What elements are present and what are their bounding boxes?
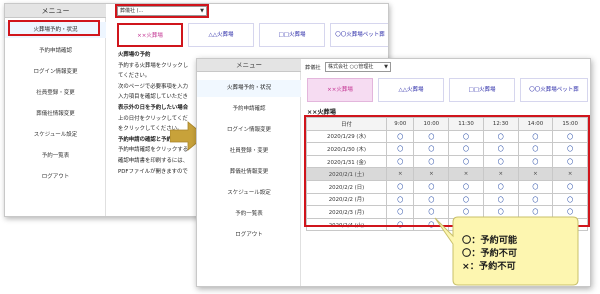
tab-crematorium-xx[interactable]: ××火葬場 <box>307 78 373 102</box>
sidebar: 火葬場予約・状況 予約申請確認 ログイン情報変更 社員登録・変更 葬儀社情報変更… <box>197 72 301 286</box>
sidebar-item-staff[interactable]: 社員登録・変更 <box>5 85 106 101</box>
instruction-line: 確認申請書を印刷するには、 <box>118 157 189 164</box>
sidebar-item-logout[interactable]: ログアウト <box>197 227 301 244</box>
company-select[interactable]: 株式会社 ○○管理社 ▼ <box>325 62 391 72</box>
tab-crematorium-xx[interactable]: ××火葬場 <box>117 23 183 47</box>
legend-symbol: 〇 <box>462 235 472 246</box>
sidebar-item-request-confirm[interactable]: 予約申請確認 <box>5 43 106 59</box>
sidebar-item-staff[interactable]: 社員登録・変更 <box>197 143 301 160</box>
menu-header: メニュー <box>5 4 106 18</box>
menu-header: メニュー <box>197 59 301 72</box>
instruction-line: PDFファイルが開きますので <box>118 168 188 175</box>
company-select-value: 株式会社 ○○管理社 <box>328 64 374 70</box>
tab-crematorium-tt[interactable]: △△火葬場 <box>378 78 444 102</box>
sidebar-item-company-info[interactable]: 葬儀社情報変更 <box>197 164 301 181</box>
instruction-line: 次のページで必要事項を入力 <box>118 83 188 90</box>
highlight-box-table <box>304 115 590 227</box>
sidebar: 火葬場予約・状況 予約申請確認 ログイン情報変更 社員登録・変更 葬儀社情報変更… <box>5 18 106 216</box>
sidebar-item-reservation-list[interactable]: 予約一覧表 <box>197 206 301 223</box>
chevron-down-icon: ▼ <box>384 64 388 70</box>
legend: 〇：予約可能 〇：予約不可 ×：予約不可 <box>462 234 572 273</box>
tab-crematorium-pet[interactable]: 〇〇火葬場ペット葬 <box>520 78 588 102</box>
legend-row-closed: ×：予約不可 <box>462 260 572 273</box>
instruction-line: てください。 <box>118 73 151 80</box>
legend-symbol: 〇 <box>462 248 472 259</box>
instruction-line: 予約する火葬場をクリックし <box>118 62 189 69</box>
tab-crematorium-ss[interactable]: □□火葬場 <box>259 23 325 47</box>
tab-crematorium-ss[interactable]: □□火葬場 <box>449 78 515 102</box>
sidebar-item-login-change[interactable]: ログイン情報変更 <box>197 122 301 139</box>
legend-row-available: 〇：予約可能 <box>462 234 572 247</box>
tab-crematorium-pet[interactable]: 〇〇火葬場ペット葬 <box>330 23 388 47</box>
instruction-line: 火葬場の予約 <box>118 52 151 58</box>
legend-label: ：予約不可 <box>469 261 516 272</box>
sidebar-item-request-confirm[interactable]: 予約申請確認 <box>197 101 301 118</box>
instructions-text: 火葬場の予約 予約する火葬場をクリックし てください。 次のページで必要事項を入… <box>118 50 208 177</box>
sidebar-item-company-info[interactable]: 葬儀社情報変更 <box>5 106 106 122</box>
highlight-box-sidebar <box>8 20 100 36</box>
tab-crematorium-tt[interactable]: △△火葬場 <box>188 23 254 47</box>
sidebar-item-logout[interactable]: ログアウト <box>5 169 106 185</box>
sidebar-item-reservation-list[interactable]: 予約一覧表 <box>5 148 106 164</box>
instruction-line: 表示外の日を予約したい場合 <box>118 104 189 111</box>
sidebar-item-schedule[interactable]: スケジュール設定 <box>5 127 106 143</box>
legend-symbol: × <box>462 261 470 272</box>
legend-label: ：予約不可 <box>471 248 518 259</box>
highlight-box-company <box>115 4 209 18</box>
legend-row-unavailable: 〇：予約不可 <box>462 247 572 260</box>
legend-label: ：予約可能 <box>471 235 518 246</box>
sidebar-item-reservation[interactable]: 火葬場予約・状況 <box>197 80 301 97</box>
instruction-line: 入力項目を確認していただき <box>118 94 188 101</box>
sidebar-item-login-change[interactable]: ログイン情報変更 <box>5 64 106 80</box>
sidebar-item-schedule[interactable]: スケジュール設定 <box>197 185 301 202</box>
company-label: 葬儀社 <box>305 65 321 71</box>
